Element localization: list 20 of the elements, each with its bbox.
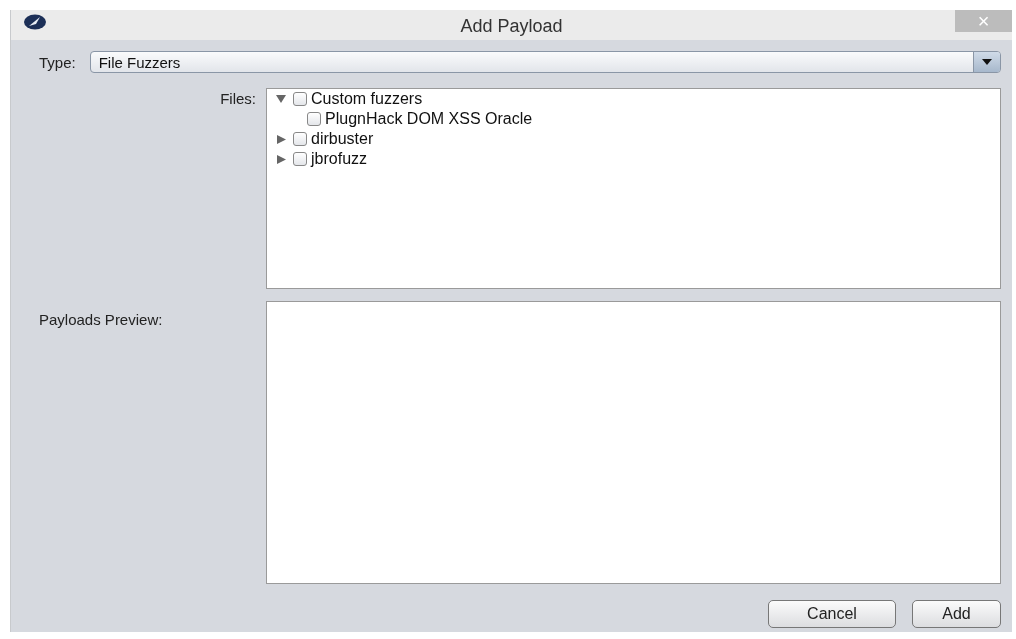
dropdown-arrow-icon <box>982 59 992 65</box>
collapsed-triangle-icon[interactable] <box>276 154 286 164</box>
checkbox[interactable] <box>293 92 307 106</box>
collapsed-triangle-icon[interactable] <box>276 134 286 144</box>
files-label: Files: <box>219 89 256 109</box>
tree-item-label[interactable]: jbrofuzz <box>311 150 368 168</box>
cancel-button[interactable]: Cancel <box>768 600 896 628</box>
app-logo-icon <box>23 14 47 30</box>
tree-item-label[interactable]: dirbuster <box>311 130 374 148</box>
expanded-triangle-icon[interactable] <box>276 95 286 103</box>
checkbox[interactable] <box>293 152 307 166</box>
tree-item-label[interactable]: PlugnHack DOM XSS Oracle <box>325 110 533 128</box>
checkbox[interactable] <box>293 132 307 146</box>
window-title: Add Payload <box>460 16 563 37</box>
type-dropdown[interactable]: File Fuzzers <box>89 51 1001 73</box>
tree-item-label[interactable]: Custom fuzzers <box>311 90 423 108</box>
payloads-preview-label: Payloads Preview: <box>39 310 164 330</box>
checkbox[interactable] <box>307 112 321 126</box>
add-button[interactable]: Add <box>912 600 1001 628</box>
type-label: Type: <box>39 53 76 71</box>
